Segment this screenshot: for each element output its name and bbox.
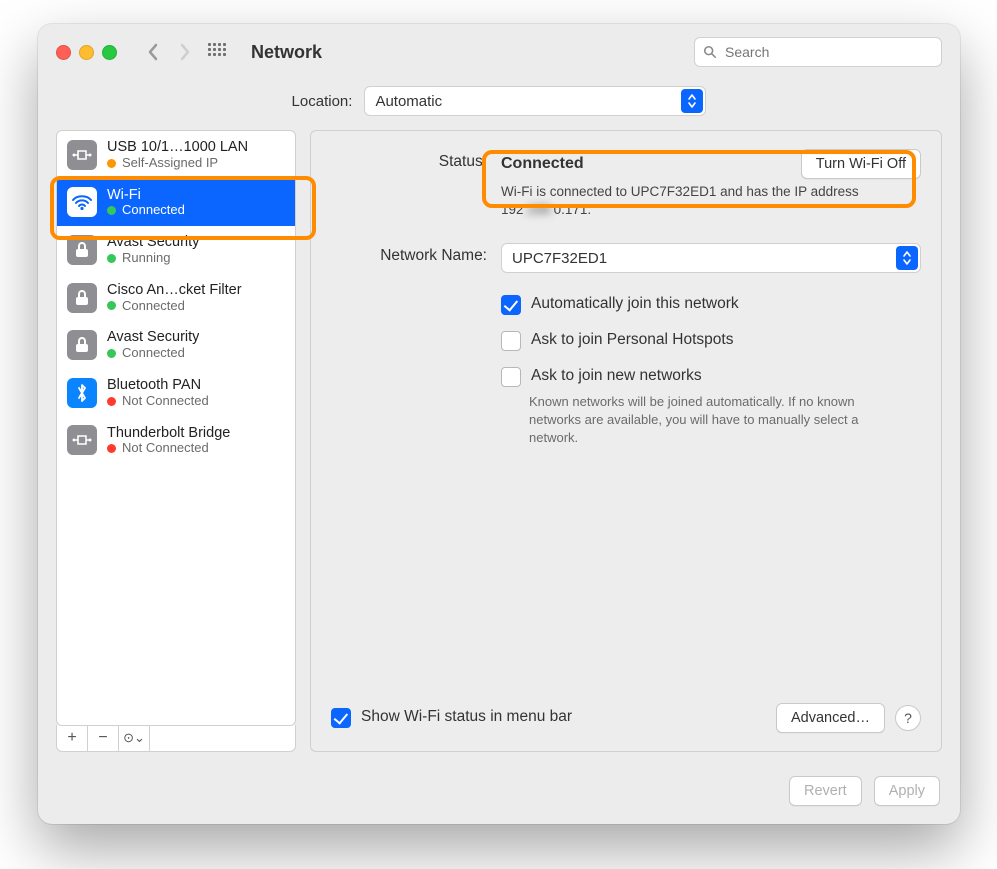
lock-icon (67, 330, 97, 360)
lock-icon (67, 283, 97, 313)
status-dot (107, 349, 116, 358)
titlebar: Network (38, 24, 960, 80)
service-cisco[interactable]: Cisco An…cket Filter Connected (57, 274, 295, 322)
details-panel: Status: Connected Turn Wi-Fi Off Wi-Fi i… (310, 130, 942, 752)
services-sidebar: USB 10/1…1000 LAN Self-Assigned IP Wi-Fi… (56, 130, 296, 752)
chevron-updown-icon (681, 89, 703, 113)
service-status: Connected (122, 203, 185, 218)
ask-hotspot-label: Ask to join Personal Hotspots (531, 331, 733, 349)
service-name: Thunderbolt Bridge (107, 425, 230, 442)
toolbar-spacer (150, 725, 295, 751)
add-service-button[interactable]: + (57, 725, 88, 751)
service-status: Connected (122, 299, 185, 314)
services-toolbar: + − ⊙⌄ (56, 725, 296, 752)
status-dot (107, 206, 116, 215)
service-name: Bluetooth PAN (107, 377, 209, 394)
location-select[interactable]: Automatic (364, 86, 706, 116)
bluetooth-icon (67, 378, 97, 408)
service-bluetooth[interactable]: Bluetooth PAN Not Connected (57, 369, 295, 417)
checkbox-checked-icon[interactable] (331, 708, 351, 728)
status-dot (107, 254, 116, 263)
lock-icon (67, 235, 97, 265)
service-status: Connected (122, 346, 185, 361)
location-label: Location: (292, 93, 353, 110)
network-preferences-window: Network Location: Automatic (38, 24, 960, 824)
search-input[interactable] (723, 43, 933, 61)
status-dot (107, 301, 116, 310)
service-status: Not Connected (122, 394, 209, 409)
advanced-button[interactable]: Advanced… (776, 703, 885, 733)
ask-new-label: Ask to join new networks (531, 367, 702, 385)
checkbox-icon[interactable] (501, 331, 521, 351)
checkbox-checked-icon[interactable] (501, 295, 521, 315)
help-button[interactable]: ? (895, 705, 921, 731)
status-label: Status: (331, 149, 487, 171)
status-value: Connected (501, 155, 584, 173)
show-menu-checkbox-row[interactable]: Show Wi-Fi status in menu bar (331, 708, 572, 728)
grid-icon (208, 43, 226, 61)
apply-button[interactable]: Apply (874, 776, 940, 806)
show-menu-label: Show Wi-Fi status in menu bar (361, 708, 572, 726)
toggle-wifi-button[interactable]: Turn Wi-Fi Off (801, 149, 921, 179)
ask-hotspot-checkbox-row[interactable]: Ask to join Personal Hotspots (501, 331, 921, 351)
status-dot (107, 444, 116, 453)
service-avast-1[interactable]: Avast Security Running (57, 226, 295, 274)
service-name: Cisco An…cket Filter (107, 282, 242, 299)
search-icon (703, 45, 717, 59)
ask-new-checkbox-row[interactable]: Ask to join new networks (501, 367, 921, 387)
window-footer: Revert Apply (38, 766, 960, 824)
minimize-window-button[interactable] (79, 45, 94, 60)
network-name-value: UPC7F32ED1 (512, 250, 607, 267)
checkbox-icon[interactable] (501, 367, 521, 387)
more-actions-button[interactable]: ⊙⌄ (119, 725, 150, 751)
location-row: Location: Automatic (38, 80, 960, 130)
revert-button[interactable]: Revert (789, 776, 862, 806)
window-controls (56, 45, 117, 60)
network-name-select[interactable]: UPC7F32ED1 (501, 243, 921, 273)
service-status: Running (122, 251, 170, 266)
service-status: Not Connected (122, 441, 209, 456)
service-avast-2[interactable]: Avast Security Connected (57, 321, 295, 369)
wifi-icon (67, 187, 97, 217)
ethernet-icon (67, 140, 97, 170)
status-description: Wi-Fi is connected to UPC7F32ED1 and has… (501, 183, 861, 219)
ethernet-icon (67, 425, 97, 455)
auto-join-label: Automatically join this network (531, 295, 739, 313)
window-title: Network (251, 42, 322, 63)
service-status: Self-Assigned IP (122, 156, 218, 171)
remove-service-button[interactable]: − (88, 725, 119, 751)
location-value: Automatic (375, 93, 442, 110)
status-dot (107, 159, 116, 168)
service-thunderbolt[interactable]: Thunderbolt Bridge Not Connected (57, 417, 295, 465)
auto-join-checkbox-row[interactable]: Automatically join this network (501, 295, 921, 315)
service-name: Avast Security (107, 329, 199, 346)
services-list: USB 10/1…1000 LAN Self-Assigned IP Wi-Fi… (56, 130, 296, 726)
network-name-label: Network Name: (331, 243, 487, 265)
service-name: USB 10/1…1000 LAN (107, 139, 248, 156)
show-all-button[interactable] (207, 42, 227, 62)
service-name: Avast Security (107, 234, 199, 251)
service-name: Wi-Fi (107, 187, 185, 204)
close-window-button[interactable] (56, 45, 71, 60)
forward-button[interactable] (175, 42, 195, 62)
back-button[interactable] (143, 42, 163, 62)
search-field[interactable] (694, 37, 942, 67)
chevron-updown-icon (896, 246, 918, 270)
ask-new-help: Known networks will be joined automatica… (529, 393, 869, 446)
zoom-window-button[interactable] (102, 45, 117, 60)
service-wifi[interactable]: Wi-Fi Connected (57, 179, 295, 227)
status-dot (107, 397, 116, 406)
service-usb-lan[interactable]: USB 10/1…1000 LAN Self-Assigned IP (57, 131, 295, 179)
